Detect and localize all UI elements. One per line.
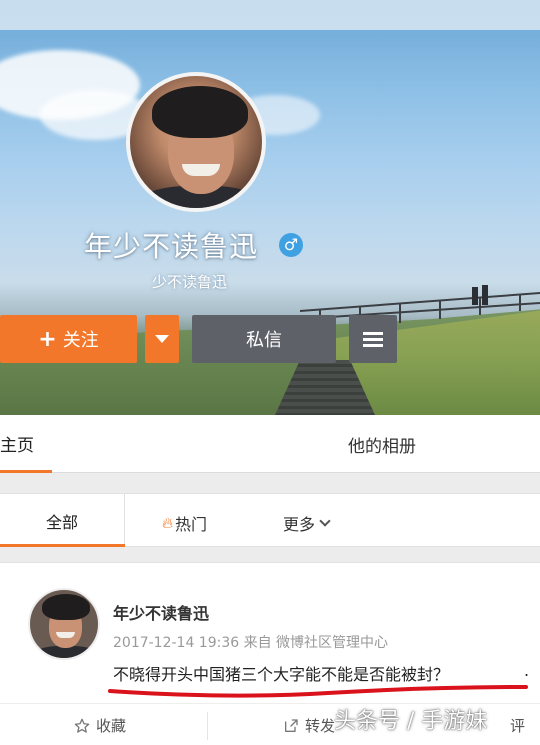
profile-subtitle: 少不读鲁迅 — [152, 273, 228, 291]
tab-home-indicator — [0, 470, 52, 473]
profile-name: 年少不读鲁迅 — [84, 230, 259, 263]
message-button[interactable]: 私信 — [192, 315, 336, 363]
post-text-dot: . — [524, 661, 530, 680]
follow-button[interactable]: + 关注 — [0, 315, 137, 363]
post-meta: 2017-12-14 19:36 来自 微博社区管理中心 — [113, 635, 389, 651]
comment-button[interactable]: 评 — [510, 715, 525, 736]
tab-home[interactable]: 主页 — [0, 431, 34, 456]
divider — [207, 712, 208, 740]
chevron-down-icon — [155, 335, 169, 343]
profile-cover: 年少不读鲁迅 ♂ 少不读鲁迅 + 关注 私信 — [0, 0, 540, 415]
post-avatar[interactable] — [28, 588, 100, 660]
plus-icon: + — [38, 326, 57, 352]
filter-bar: 全部 🔥︎ 热门 更多 — [0, 493, 540, 547]
chevron-down-icon — [319, 515, 331, 527]
filter-all-indicator — [0, 544, 125, 547]
male-icon: ♂ — [279, 233, 303, 257]
menu-button[interactable] — [349, 315, 397, 363]
filter-all[interactable]: 全部 — [0, 494, 125, 547]
tab-album[interactable]: 他的相册 — [348, 432, 416, 457]
star-icon — [74, 718, 90, 733]
fence — [300, 285, 540, 323]
watermark: 头条号 / 手游妹 — [334, 709, 488, 734]
follow-label: 关注 — [62, 330, 99, 351]
profile-avatar[interactable] — [126, 72, 266, 212]
filter-hot-label: 热门 — [175, 515, 208, 534]
menu-icon — [363, 331, 383, 335]
follow-dropdown-button[interactable] — [145, 315, 179, 363]
filter-hot[interactable]: 🔥︎ 热门 — [162, 511, 207, 535]
cover-top-band — [0, 0, 540, 30]
red-annotation-underline — [108, 685, 528, 698]
flame-icon: 🔥︎ — [162, 514, 174, 532]
repost-label: 转发 — [305, 717, 336, 735]
post-author[interactable]: 年少不读鲁迅 — [113, 600, 209, 624]
share-icon — [285, 718, 298, 732]
favorite-button[interactable]: 收藏 — [74, 715, 126, 736]
favorite-label: 收藏 — [96, 717, 127, 735]
repost-button[interactable]: 转发 — [283, 715, 335, 736]
main-tabs: 主页 他的相册 — [0, 415, 540, 473]
filter-more[interactable]: 更多 — [283, 511, 331, 535]
filter-more-label: 更多 — [283, 515, 316, 534]
